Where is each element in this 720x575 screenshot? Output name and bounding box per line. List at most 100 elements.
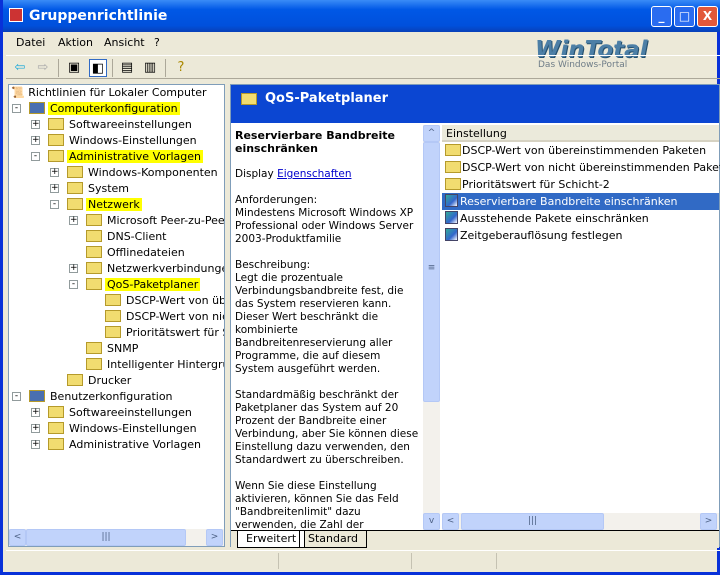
tree-item[interactable]: - Benutzerkonfiguration xyxy=(12,389,175,405)
scroll-right-button[interactable]: > xyxy=(206,529,223,546)
view-tabs: Erweitert Standard xyxy=(231,530,719,548)
collapse-icon[interactable]: - xyxy=(12,392,21,401)
toolbar: ⇦ ⇨ ▣ ◧ ▤ ▥ ? xyxy=(6,55,720,79)
computer-config-icon xyxy=(29,102,45,114)
tree-item[interactable]: DNS-Client xyxy=(86,229,169,245)
scroll-left-button[interactable]: < xyxy=(9,529,26,546)
expand-icon[interactable]: + xyxy=(31,408,40,417)
collapse-icon[interactable]: - xyxy=(12,104,21,113)
policy-scroll-icon: 📜 xyxy=(11,86,25,99)
status-divider xyxy=(496,553,497,569)
tree-item[interactable]: - Administrative Vorlagen xyxy=(31,149,204,165)
tree-item-label: QoS-Paketplaner xyxy=(105,278,201,291)
expand-icon[interactable]: + xyxy=(31,120,40,129)
tree-item[interactable]: - Computerkonfiguration xyxy=(12,101,180,117)
status-divider xyxy=(278,553,279,569)
tree-item[interactable]: + Windows-Komponenten xyxy=(50,165,220,181)
window-title: Gruppenrichtlinie xyxy=(29,8,168,24)
collapse-icon[interactable]: - xyxy=(50,200,59,209)
scroll-thumb[interactable]: ||| xyxy=(26,529,186,546)
scroll-thumb[interactable]: ≡ xyxy=(423,142,440,402)
list-item[interactable]: Zeitgeberauflösung festlegen xyxy=(442,227,719,244)
expand-icon[interactable]: + xyxy=(50,184,59,193)
scroll-right-button[interactable]: > xyxy=(700,513,717,530)
folder-icon xyxy=(86,278,102,290)
tree-item[interactable]: Intelligenter Hintergrund xyxy=(86,357,224,373)
maximize-button[interactable]: □ xyxy=(674,6,695,27)
scroll-down-button[interactable]: v xyxy=(423,513,440,530)
tree-item[interactable]: + System xyxy=(50,181,131,197)
help-icon[interactable]: ? xyxy=(172,59,190,77)
tree-root[interactable]: 📜 Richtlinien für Lokaler Computer xyxy=(11,85,207,101)
list-item-label: DSCP-Wert von nicht übereinstimmenden Pa… xyxy=(462,161,720,174)
list-item[interactable]: Prioritätswert für Schicht-2 xyxy=(442,176,719,193)
tree-item[interactable]: - Netzwerk xyxy=(50,197,142,213)
settings-list: Einstellung DSCP-Wert von übereinstimmen… xyxy=(442,125,720,530)
tree-item[interactable]: + Microsoft Peer-zu-Peer-N xyxy=(69,213,224,229)
expand-icon[interactable]: + xyxy=(50,168,59,177)
list-horizontal-scrollbar[interactable]: < ||| > xyxy=(442,513,719,530)
tree-item[interactable]: + Windows-Einstellungen xyxy=(31,133,199,149)
list-item-label: Prioritätswert für Schicht-2 xyxy=(462,178,610,191)
properties-icon[interactable]: ▤ xyxy=(118,59,136,77)
description-panel: Reservierbare Bandbreite einschränken Di… xyxy=(231,125,423,530)
tree-item[interactable]: Drucker xyxy=(67,373,133,389)
show-hide-tree-icon[interactable]: ◧ xyxy=(89,59,107,77)
tree-item[interactable]: Offlinedateien xyxy=(86,245,187,261)
tree-item[interactable]: + Administrative Vorlagen xyxy=(31,437,203,453)
toolbar-separator xyxy=(165,59,166,77)
menu-datei[interactable]: Datei xyxy=(16,36,45,49)
folder-icon xyxy=(67,374,83,386)
column-header-einstellung[interactable]: Einstellung xyxy=(442,125,719,142)
description-vertical-scrollbar[interactable]: ^ ≡ v xyxy=(423,125,440,530)
scroll-left-button[interactable]: < xyxy=(442,513,459,530)
list-item[interactable]: DSCP-Wert von übereinstimmenden Paketen xyxy=(442,142,719,159)
collapse-icon[interactable]: - xyxy=(69,280,78,289)
folder-icon xyxy=(67,198,83,210)
minimize-button[interactable]: _ xyxy=(651,6,672,27)
requirements-text: Anforderungen: Mindestens Microsoft Wind… xyxy=(235,194,414,245)
folder-icon xyxy=(67,166,83,178)
policy-setting-icon xyxy=(445,211,458,224)
tree-horizontal-scrollbar[interactable]: < ||| > xyxy=(9,529,224,546)
menu-aktion[interactable]: Aktion xyxy=(58,36,93,49)
tree-item[interactable]: DSCP-Wert von über xyxy=(105,293,224,309)
tree-item[interactable]: + Netzwerkverbindungen xyxy=(69,261,224,277)
menu-ansicht[interactable]: Ansicht xyxy=(104,36,145,49)
collapse-icon[interactable]: - xyxy=(31,152,40,161)
scroll-up-button[interactable]: ^ xyxy=(423,125,440,142)
expand-icon[interactable]: + xyxy=(69,216,78,225)
tree-item-label: DNS-Client xyxy=(107,230,167,243)
description-para2: Standardmäßig beschränkt der Paketplaner… xyxy=(235,389,419,466)
tree-item[interactable]: + Windows-Einstellungen xyxy=(31,421,199,437)
folder-icon xyxy=(105,310,121,322)
back-icon[interactable]: ⇦ xyxy=(11,59,29,77)
tree-item-label: Softwareeinstellungen xyxy=(69,406,192,419)
tree-item[interactable]: Prioritätswert für Sch xyxy=(105,325,224,341)
tree-item[interactable]: - QoS-Paketplaner xyxy=(69,277,201,293)
tree-item[interactable]: + Softwareeinstellungen xyxy=(31,117,194,133)
tree-item[interactable]: + Softwareeinstellungen xyxy=(31,405,194,421)
expand-icon[interactable]: + xyxy=(31,136,40,145)
expand-icon[interactable]: + xyxy=(31,424,40,433)
tree-item[interactable]: SNMP xyxy=(86,341,140,357)
expand-icon[interactable]: + xyxy=(31,440,40,449)
export-list-icon[interactable]: ▥ xyxy=(141,59,159,77)
list-item[interactable]: Ausstehende Pakete einschränken xyxy=(442,210,719,227)
scroll-thumb[interactable]: ||| xyxy=(461,513,604,530)
list-item[interactable]: DSCP-Wert von nicht übereinstimmenden Pa… xyxy=(442,159,720,176)
folder-icon xyxy=(48,438,64,450)
list-item[interactable]: Reservierbare Bandbreite einschränken xyxy=(442,193,719,210)
up-folder-icon[interactable]: ▣ xyxy=(65,59,83,77)
tree-item[interactable]: DSCP-Wert von nicht xyxy=(105,309,224,325)
forward-icon[interactable]: ⇨ xyxy=(34,59,52,77)
details-title: QoS-Paketplaner xyxy=(265,91,389,106)
close-button[interactable]: X xyxy=(697,6,718,27)
properties-link[interactable]: Eigenschaften xyxy=(277,168,351,180)
expand-icon[interactable]: + xyxy=(69,264,78,273)
tab-erweitert[interactable]: Erweitert xyxy=(237,531,306,548)
tab-standard[interactable]: Standard xyxy=(299,531,368,548)
menu-help[interactable]: ? xyxy=(154,36,160,49)
folder-icon xyxy=(86,246,102,258)
folder-icon xyxy=(48,134,64,146)
